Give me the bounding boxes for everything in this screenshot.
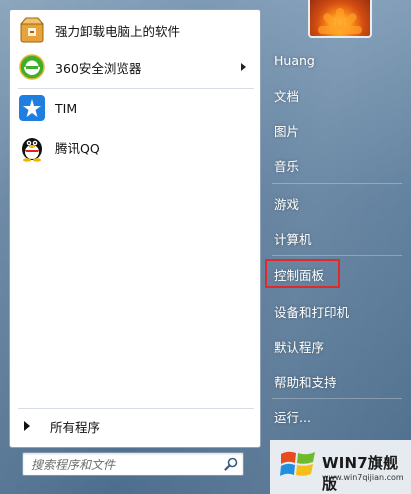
programs-pane: 强力卸载电脑上的软件 360安全浏览器 TIM 腾讯QQ 所有程序	[9, 9, 261, 448]
expand-triangle-icon	[24, 421, 30, 431]
right-item-label: 文档	[274, 88, 300, 104]
right-item-pictures[interactable]: 图片	[266, 115, 406, 145]
right-item-label: 图片	[274, 123, 300, 139]
watermark-logo: WIN7旗舰版 www.win7qijian.com	[270, 440, 411, 494]
separator	[272, 398, 402, 399]
right-item-music[interactable]: 音乐	[266, 150, 406, 180]
program-item-qq[interactable]: 腾讯QQ	[14, 130, 254, 164]
search-input[interactable]	[29, 455, 218, 475]
right-item-documents[interactable]: 文档	[266, 80, 406, 110]
right-item-games[interactable]: 游戏	[266, 188, 406, 218]
right-item-label: 计算机	[274, 231, 312, 247]
right-item-run[interactable]: 运行...	[266, 401, 406, 431]
program-item-360-browser[interactable]: 360安全浏览器	[14, 50, 254, 84]
search-box[interactable]	[22, 452, 244, 476]
program-item-uninstaller[interactable]: 强力卸载电脑上的软件	[14, 13, 254, 47]
right-item-computer[interactable]: 计算机	[266, 223, 406, 253]
all-programs-label: 所有程序	[50, 419, 101, 435]
uninstall-box-icon	[17, 15, 47, 45]
program-label: 强力卸载电脑上的软件	[55, 23, 181, 39]
windows-flag-icon	[278, 444, 318, 484]
all-programs-button[interactable]: 所有程序	[14, 414, 254, 438]
qq-penguin-icon	[17, 132, 47, 162]
right-item-label: 音乐	[274, 158, 300, 174]
360-browser-icon	[17, 52, 47, 82]
program-label: 360安全浏览器	[55, 60, 142, 76]
search-icon[interactable]	[223, 456, 239, 472]
right-item-label: 运行...	[274, 409, 311, 425]
right-item-default-programs[interactable]: 默认程序	[266, 331, 406, 361]
separator	[18, 408, 254, 409]
right-item-label: 默认程序	[274, 339, 325, 355]
right-item-devices-printers[interactable]: 设备和打印机	[266, 296, 406, 326]
right-item-user[interactable]: Huang	[266, 45, 406, 75]
separator	[18, 88, 254, 89]
watermark-url: www.win7qijian.com	[322, 473, 404, 482]
right-item-label: 设备和打印机	[274, 304, 350, 320]
submenu-arrow-icon[interactable]	[241, 63, 246, 71]
right-item-help-support[interactable]: 帮助和支持	[266, 366, 406, 396]
program-item-tim[interactable]: TIM	[14, 91, 254, 125]
separator	[272, 255, 402, 256]
program-label: TIM	[55, 100, 78, 116]
right-item-label: 帮助和支持	[274, 374, 337, 390]
tim-icon	[17, 93, 47, 123]
separator	[272, 183, 402, 184]
user-avatar[interactable]	[308, 0, 372, 38]
program-label: 腾讯QQ	[55, 140, 100, 156]
right-item-label: Huang	[274, 52, 315, 68]
control-panel-highlight-box	[265, 259, 340, 288]
right-item-label: 游戏	[274, 196, 300, 212]
